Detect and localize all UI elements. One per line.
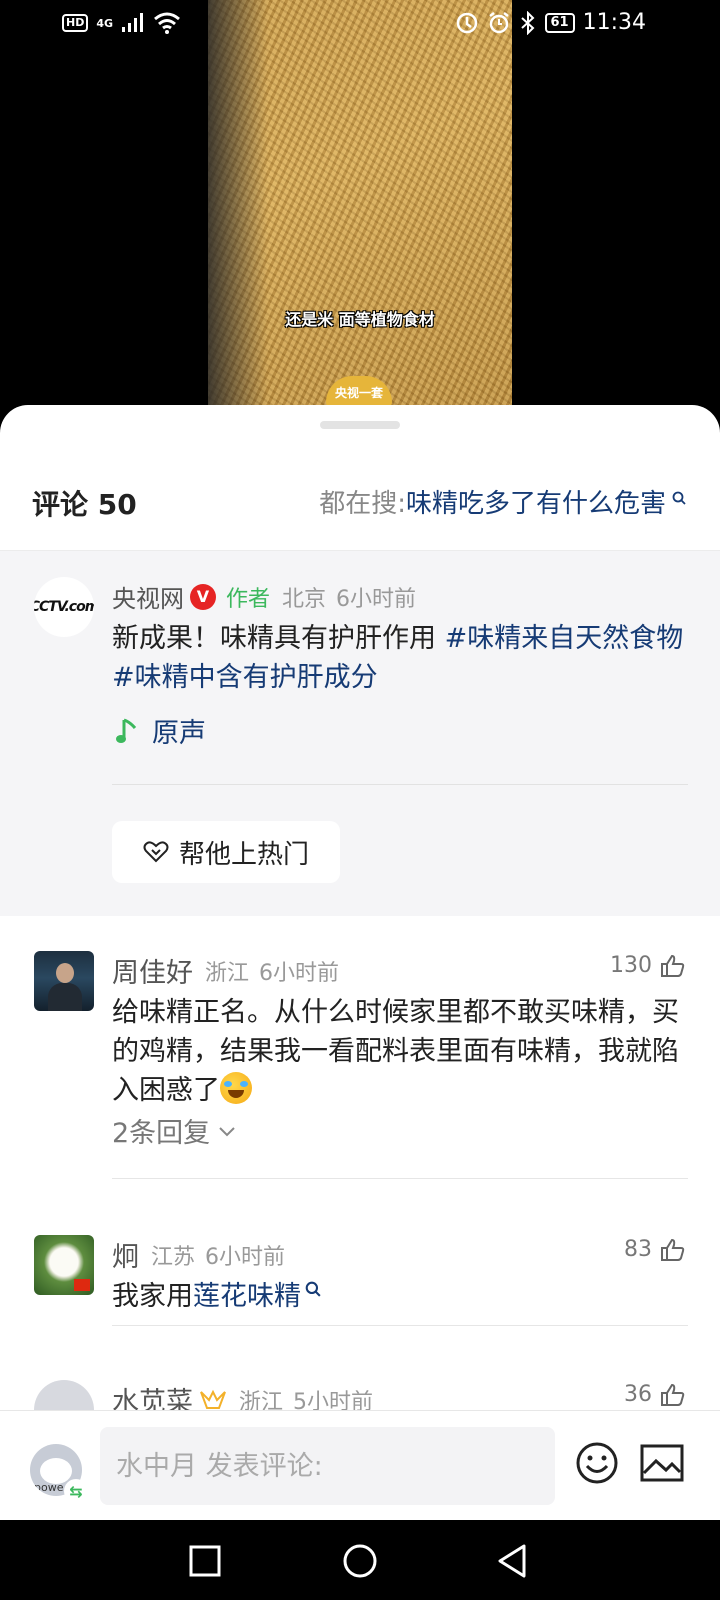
like-count: 130 bbox=[610, 953, 652, 978]
comment-sheet: 评论 50 都在搜: 味精吃多了有什么危害 CCTV.com 央视网 V 作者 … bbox=[0, 405, 720, 1520]
post-body: 新成果！味精具有护肝作用 bbox=[112, 623, 445, 654]
search-suggestion[interactable]: 都在搜: 味精吃多了有什么危害 bbox=[319, 483, 686, 520]
bluetooth-icon bbox=[520, 10, 534, 35]
comment-text: 我家用莲花味精 bbox=[112, 1277, 697, 1316]
search-icon bbox=[672, 491, 686, 505]
original-sound-link[interactable]: 原声 bbox=[116, 711, 206, 750]
comment-count: 评论 50 bbox=[32, 488, 137, 521]
comment-meta: 炯 江苏 6小时前 bbox=[112, 1235, 692, 1274]
network-type: 4G bbox=[96, 16, 114, 30]
original-sound-label: 原声 bbox=[152, 718, 206, 749]
thumbs-up-icon bbox=[661, 954, 685, 977]
sheet-drag-handle[interactable] bbox=[320, 421, 400, 429]
comment-meta: 周佳好 浙江 6小时前 bbox=[112, 951, 692, 990]
commenter-name[interactable]: 炯 bbox=[112, 1235, 139, 1274]
author-post-text: 新成果！味精具有护肝作用 #味精来自天然食物 #味精中含有护肝成分 bbox=[112, 619, 692, 697]
comment-body: 给味精正名。从什么时候家里都不敢买味精，买的鸡精，结果我一看配料表里面有味精，我… bbox=[112, 997, 679, 1106]
like-button[interactable]: 130 bbox=[610, 953, 686, 978]
comment-input[interactable] bbox=[100, 1427, 555, 1505]
replies-label: 2条回复 bbox=[112, 1118, 211, 1149]
image-icon[interactable] bbox=[640, 1443, 684, 1483]
wifi-icon bbox=[154, 12, 180, 34]
boost-button[interactable]: 帮他上热门 bbox=[112, 821, 340, 883]
battery-indicator: 61 bbox=[544, 12, 575, 33]
comment-time: 6小时前 bbox=[205, 1244, 286, 1270]
comment-divider bbox=[112, 1178, 688, 1179]
comment-time: 6小时前 bbox=[259, 960, 340, 986]
like-count: 36 bbox=[624, 1382, 652, 1407]
back-icon[interactable] bbox=[494, 1542, 532, 1580]
hashtag-link[interactable]: #味精中含有护肝成分 bbox=[112, 662, 378, 693]
sheet-header: 评论 50 都在搜: 味精吃多了有什么危害 bbox=[0, 475, 720, 525]
comment-divider bbox=[112, 1325, 688, 1326]
author-time: 6小时前 bbox=[336, 586, 417, 612]
swap-account-icon[interactable]: ⇆ bbox=[64, 1479, 88, 1503]
thumbs-up-icon bbox=[661, 1238, 685, 1261]
hashtag-link[interactable]: #味精来自天然食物 bbox=[445, 623, 684, 654]
emoji-icon[interactable] bbox=[575, 1441, 619, 1485]
commenter-name[interactable]: 周佳好 bbox=[112, 951, 193, 990]
system-nav-bar bbox=[0, 1520, 720, 1600]
commenter-avatar[interactable] bbox=[34, 1235, 94, 1295]
verified-badge: V bbox=[190, 583, 216, 610]
vip-badge-icon bbox=[200, 1389, 226, 1409]
hd-badge: HD bbox=[62, 14, 89, 32]
like-count: 83 bbox=[624, 1237, 652, 1262]
status-bar: HD 4G 61 11:34 bbox=[0, 0, 720, 50]
author-location: 北京 bbox=[282, 586, 327, 612]
boost-button-label: 帮他上热门 bbox=[178, 839, 309, 870]
view-replies-button[interactable]: 2条回复 bbox=[112, 1111, 236, 1150]
comment-input-bar: powe ⇆ bbox=[0, 1410, 720, 1520]
comment-body: 我家用 bbox=[112, 1281, 193, 1312]
author-tag: 作者 bbox=[226, 586, 271, 612]
laugh-cry-emoji-icon bbox=[220, 1072, 252, 1104]
like-button[interactable]: 36 bbox=[624, 1382, 686, 1407]
author-avatar[interactable]: CCTV.com bbox=[34, 577, 94, 637]
avatar-label: powe bbox=[34, 1481, 64, 1494]
cctv-logo: CCTV.com bbox=[34, 599, 94, 615]
clock: 11:34 bbox=[582, 10, 646, 35]
like-button[interactable]: 83 bbox=[624, 1237, 686, 1262]
search-suggestion-link[interactable]: 味精吃多了有什么危害 bbox=[406, 483, 666, 520]
search-icon bbox=[305, 1281, 321, 1297]
channel-logo: 央视一套 bbox=[326, 376, 392, 406]
home-icon[interactable] bbox=[341, 1542, 379, 1580]
alarm-icon bbox=[488, 11, 509, 33]
chevron-down-icon bbox=[219, 1126, 235, 1136]
signal-icon bbox=[122, 13, 144, 32]
search-prefix: 都在搜: bbox=[319, 489, 406, 519]
flag-icon bbox=[74, 1279, 90, 1291]
music-note-icon bbox=[116, 718, 137, 743]
author-divider bbox=[112, 784, 688, 785]
comment-text: 给味精正名。从什么时候家里都不敢买味精，买的鸡精，结果我一看配料表里面有味精，我… bbox=[112, 993, 697, 1110]
video-player[interactable]: 还是米 面等植物食材 央视一套 bbox=[0, 0, 720, 420]
video-frame: 还是米 面等植物食材 央视一套 bbox=[208, 0, 512, 420]
author-post: CCTV.com 央视网 V 作者 北京 6小时前 新成果！味精具有护肝作用 #… bbox=[0, 551, 720, 916]
thumbs-up-icon bbox=[661, 1383, 685, 1406]
comment-location: 浙江 bbox=[205, 960, 250, 986]
video-subtitle: 还是米 面等植物食材 bbox=[285, 310, 435, 329]
search-keyword-link[interactable]: 莲花味精 bbox=[193, 1281, 301, 1312]
comment-location: 江苏 bbox=[151, 1244, 196, 1270]
heart-icon bbox=[143, 841, 169, 863]
author-meta: 央视网 V 作者 北京 6小时前 bbox=[112, 579, 416, 614]
author-name[interactable]: 央视网 bbox=[112, 579, 184, 614]
commenter-avatar[interactable] bbox=[34, 951, 94, 1011]
data-saver-icon bbox=[456, 12, 477, 33]
recent-apps-icon[interactable] bbox=[186, 1542, 224, 1580]
